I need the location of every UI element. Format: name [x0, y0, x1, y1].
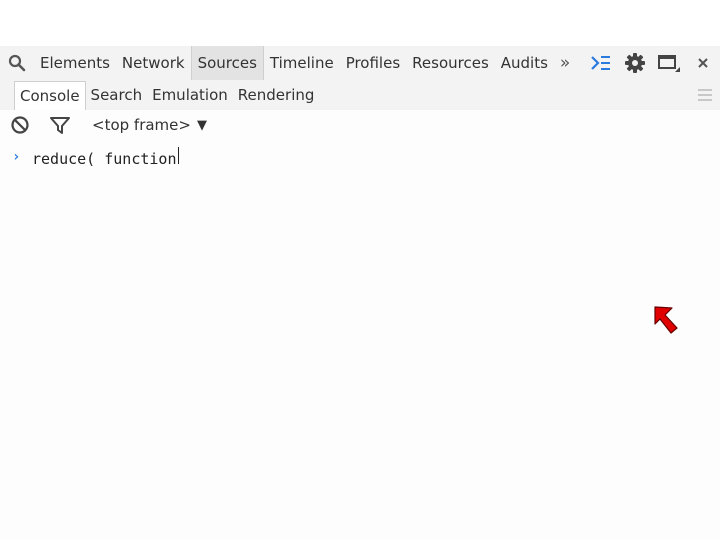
console-input[interactable]: reduce( function — [32, 146, 632, 168]
tabs-overflow-button[interactable]: » — [554, 46, 576, 80]
tab-audits[interactable]: Audits — [495, 46, 554, 80]
dock-icon[interactable] — [652, 46, 686, 80]
drawer-menu-icon[interactable] — [698, 89, 712, 101]
close-icon[interactable] — [686, 46, 720, 80]
frame-selector-label: <top frame> — [92, 116, 191, 134]
inspected-page-area — [0, 0, 720, 47]
console-prompt: › reduce( function — [0, 146, 720, 168]
tab-profiles[interactable]: Profiles — [340, 46, 406, 80]
console-drawer-icon[interactable] — [584, 46, 618, 80]
tab-elements[interactable]: Elements — [34, 46, 116, 80]
toolbar-right-controls — [584, 46, 720, 80]
tab-timeline[interactable]: Timeline — [264, 46, 340, 80]
console-toolbar: <top frame> ▼ — [0, 110, 720, 140]
devtools-panel: Elements Network Sources Timeline Profil… — [0, 46, 720, 540]
drawer-tab-rendering[interactable]: Rendering — [233, 81, 320, 109]
frame-selector[interactable]: <top frame> ▼ — [92, 116, 207, 134]
mouse-pointer-icon — [652, 304, 684, 336]
tab-sources[interactable]: Sources — [190, 46, 264, 80]
main-toolbar: Elements Network Sources Timeline Profil… — [0, 46, 720, 81]
drawer-tab-emulation[interactable]: Emulation — [147, 81, 233, 109]
search-icon[interactable] — [0, 46, 34, 80]
dropdown-arrow-icon: ▼ — [196, 117, 207, 133]
clear-icon[interactable] — [0, 110, 40, 140]
filter-icon[interactable] — [40, 110, 80, 140]
console-input-text: reduce( function — [32, 149, 177, 168]
prompt-chevron-icon: › — [12, 149, 21, 165]
tab-resources[interactable]: Resources — [406, 46, 495, 80]
gear-icon[interactable] — [618, 46, 652, 80]
text-cursor — [177, 146, 179, 164]
drawer-tab-search[interactable]: Search — [86, 81, 148, 109]
drawer-tab-bar: Console Search Emulation Rendering — [0, 80, 720, 111]
drawer-tab-console[interactable]: Console — [14, 81, 86, 111]
tab-network[interactable]: Network — [116, 46, 191, 80]
